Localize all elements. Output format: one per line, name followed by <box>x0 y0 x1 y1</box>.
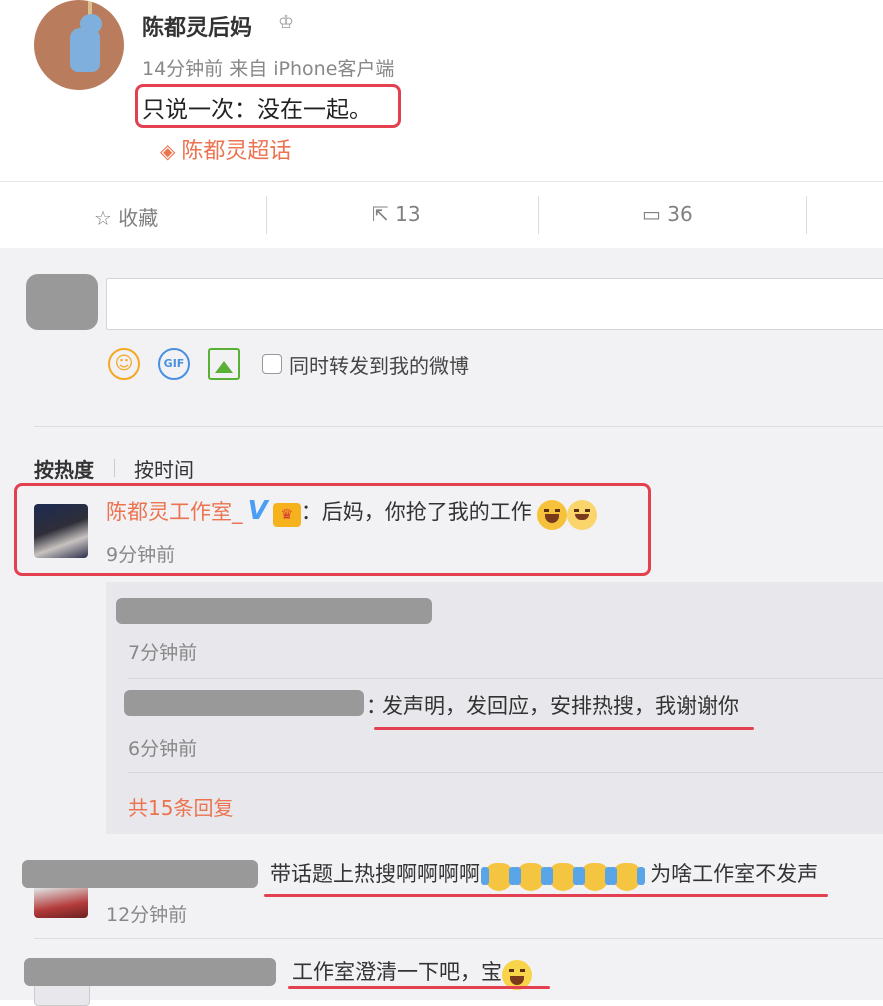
comment-section: ☺ GIF 同时转发到我的微博 按热度 按时间 陈都灵工作室_ V ♛ ：后妈，你… <box>0 248 883 1006</box>
comment-icon: ▭ <box>642 202 661 226</box>
repost-button[interactable]: ⇱ 13 <box>372 202 421 226</box>
highlight-underline <box>288 986 550 989</box>
repost-count: 13 <box>395 202 421 226</box>
comment-text: ：后妈，你抢了我的工作 <box>300 500 532 524</box>
commenter-avatar[interactable] <box>34 504 88 558</box>
favorite-button[interactable]: ☆ 收藏 <box>94 202 158 231</box>
sort-by-time[interactable]: 按时间 <box>134 454 194 483</box>
emoji-icon[interactable]: ☺ <box>108 348 140 380</box>
divider <box>34 426 883 427</box>
comment-line: 带话题上热搜啊啊啊啊 为啥工作室不发声 <box>270 858 818 891</box>
reply-time: 6分钟前 <box>128 738 198 760</box>
sob-emoji-icon <box>502 959 532 990</box>
comment-count: 36 <box>667 202 693 226</box>
star-icon: ☆ <box>94 206 112 230</box>
comment-text: 工作室澄清一下吧，宝 <box>292 960 502 984</box>
wave-emoji-icon <box>545 862 582 891</box>
favorite-label: 收藏 <box>118 206 159 230</box>
wave-emoji-icon <box>513 862 550 891</box>
commenter-name-redacted <box>24 958 276 986</box>
gif-icon[interactable]: GIF <box>158 348 190 380</box>
reply-time: 7分钟前 <box>128 642 198 664</box>
repost-checkbox[interactable] <box>262 354 282 374</box>
comment-text-suffix: 为啥工作室不发声 <box>650 862 819 886</box>
topic-link[interactable]: ◈ 陈都灵超话 <box>160 133 291 165</box>
author-avatar[interactable] <box>34 0 124 90</box>
reply-user-redacted <box>124 690 364 716</box>
comment-text: 带话题上热搜啊啊啊啊 <box>270 862 480 886</box>
reply-text: 发声明，发回应，安排热搜，我谢谢你 <box>382 694 739 718</box>
highlight-underline <box>374 727 754 730</box>
supertopic-icon: ◈ <box>160 139 176 163</box>
wave-emoji-icon <box>609 862 646 891</box>
comment-button[interactable]: ▭ 36 <box>642 202 693 226</box>
reply-user-redacted <box>116 598 432 624</box>
post-meta: 14分钟前 来自 iPhone客户端 <box>142 58 395 80</box>
commenter-name[interactable]: 陈都灵工作室_ <box>106 500 243 524</box>
post-text: 只说一次：没在一起。 <box>142 97 372 123</box>
wave-emoji-icon <box>577 862 614 891</box>
more-replies-link[interactable]: 共15条回复 <box>128 792 233 821</box>
verified-icon: V <box>247 496 268 526</box>
comment-line: 陈都灵工作室_ V ♛ ：后妈，你抢了我的工作 <box>106 496 597 530</box>
post-card: 陈都灵后妈 ♔ 14分钟前 来自 iPhone客户端 只说一次：没在一起。 ◈ 陈… <box>0 0 883 180</box>
repost-checkbox-label: 同时转发到我的微博 <box>289 354 469 378</box>
user-avatar <box>26 274 98 330</box>
author-name[interactable]: 陈都灵后妈 <box>142 10 252 42</box>
vip-crown-icon: ♛ <box>272 502 301 527</box>
share-icon: ⇱ <box>372 202 389 226</box>
laugh-emoji-icon <box>536 499 567 530</box>
action-bar: ☆ 收藏 ⇱ 13 ▭ 36 <box>0 181 883 249</box>
wave-emoji-icon <box>481 862 518 891</box>
crown-icon: ♔ <box>278 12 295 33</box>
highlight-underline <box>264 894 828 897</box>
cry-laugh-emoji-icon <box>566 499 597 530</box>
comment-time: 12分钟前 <box>106 904 188 926</box>
topic-label: 陈都灵超话 <box>181 139 292 164</box>
commenter-name-redacted <box>22 860 258 888</box>
comment-input[interactable] <box>106 278 883 330</box>
comment-line: 工作室澄清一下吧，宝 <box>292 956 532 990</box>
sort-by-hot[interactable]: 按热度 <box>34 454 94 483</box>
comment-time: 9分钟前 <box>106 544 176 566</box>
image-icon[interactable] <box>208 348 240 380</box>
